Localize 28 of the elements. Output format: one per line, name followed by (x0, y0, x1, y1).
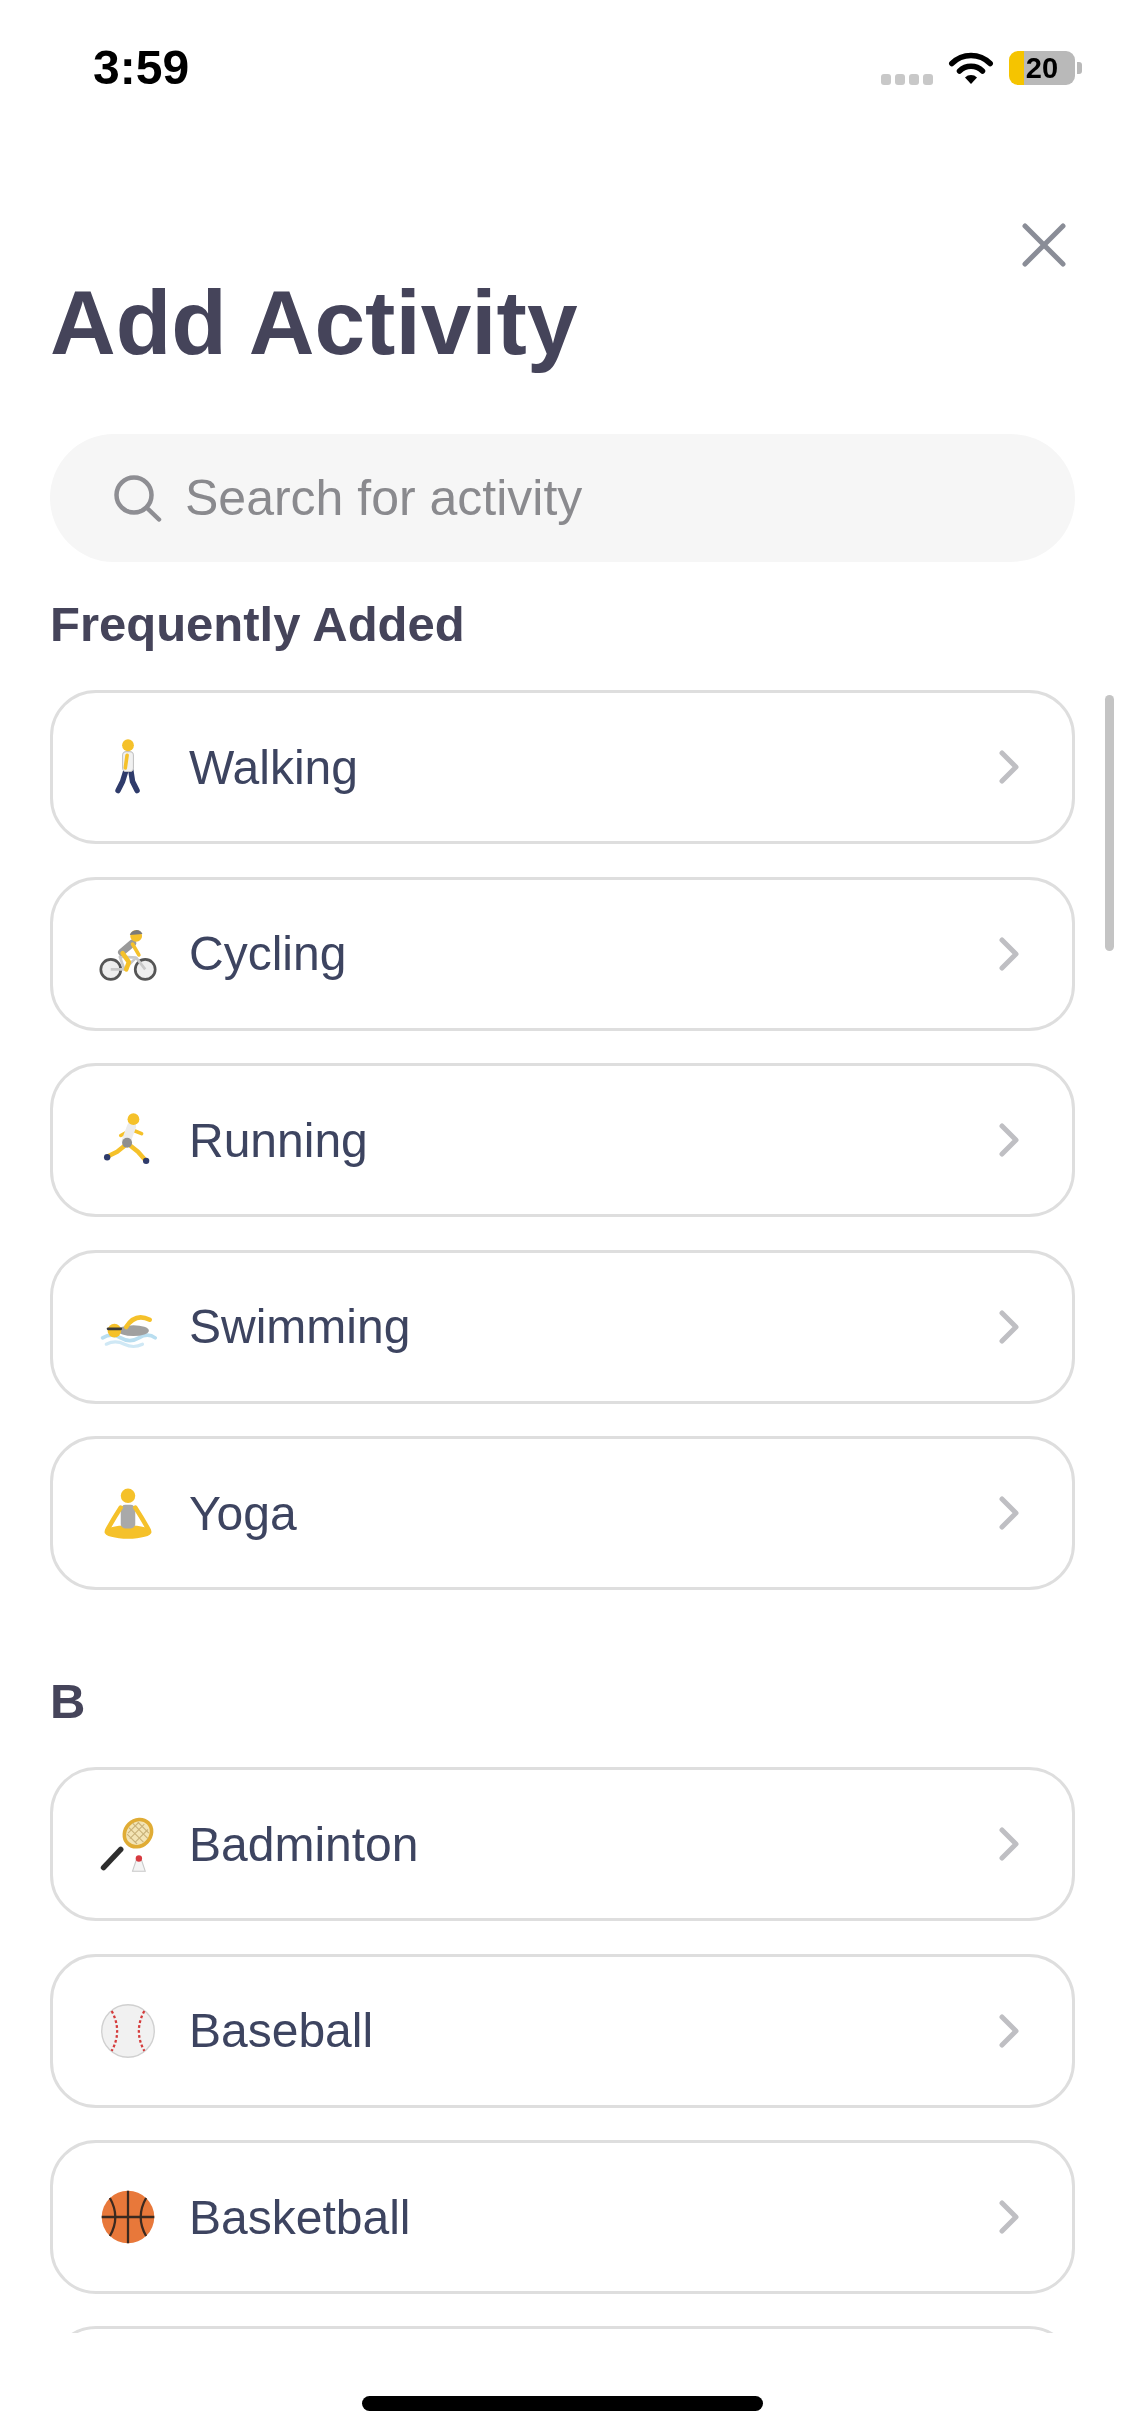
signal-icon (881, 73, 933, 85)
activity-row[interactable]: Yoga (50, 1436, 1075, 1590)
baseball-icon (99, 2001, 157, 2060)
activity-row[interactable]: Cycling (50, 876, 1075, 1031)
close-icon[interactable] (1021, 222, 1067, 268)
activity-row[interactable]: Running (50, 1063, 1075, 1217)
activity-row[interactable]: Baseball (50, 1953, 1075, 2108)
activity-row[interactable]: Basketball (50, 2140, 1075, 2294)
chevron-icon (999, 2013, 1019, 2048)
section-heading: B (50, 1673, 86, 1730)
chevron-icon (999, 750, 1019, 784)
status-time: 3:59 (93, 40, 190, 96)
chevron-icon (999, 1496, 1019, 1530)
page-title: Add Activity (50, 271, 578, 375)
chevron-icon (999, 1123, 1019, 1157)
activity-row[interactable]: Swimming (50, 1249, 1075, 1404)
search-icon (113, 474, 163, 522)
chevron-icon (999, 2200, 1019, 2234)
chevron-icon (999, 1827, 1019, 1861)
wifi-icon (948, 52, 994, 84)
activity-row[interactable]: Badminton (50, 1767, 1075, 1921)
activity-row[interactable]: Walking (50, 690, 1075, 844)
chevron-icon (999, 1309, 1019, 1344)
battery-indicator: 20 (1009, 51, 1082, 85)
search-field[interactable]: Search for activity (50, 434, 1075, 562)
basketball-icon (99, 2188, 157, 2246)
chevron-icon (999, 936, 1019, 971)
section-heading: Frequently Added (50, 596, 465, 653)
